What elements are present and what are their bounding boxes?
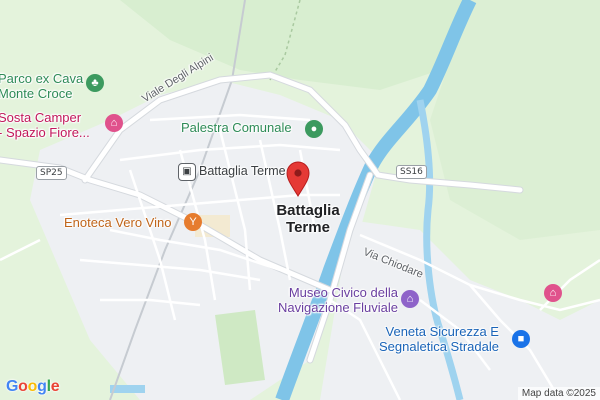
poi-museo-civico[interactable]: Museo Civico della Navigazione Fluviale: [278, 285, 398, 316]
poi-museo-line2: Navigazione Fluviale: [278, 299, 398, 315]
road-shield-ss16: SS16: [396, 165, 427, 179]
gym-icon[interactable]: ●: [305, 120, 323, 138]
poi-veneta-line2: Segnaletica Stradale: [379, 338, 499, 354]
map-canvas[interactable]: SP25 SS16 Viale Degli Alpini Via Chiodar…: [0, 0, 600, 400]
poi-station-battaglia-terme[interactable]: Battaglia Terme: [199, 164, 286, 178]
poi-enoteca-vero-vino[interactable]: Enoteca Vero Vino: [64, 215, 171, 231]
poi-parco-ex-cava[interactable]: Parco ex Cava Monte Croce: [0, 71, 84, 102]
museum-icon[interactable]: ⌂: [401, 290, 419, 308]
poi-palestra-comunale[interactable]: Palestra Comunale: [181, 120, 292, 136]
poi-parco-line1: Parco ex Cava: [0, 71, 84, 86]
map-base-layer: [0, 0, 600, 400]
tree-icon[interactable]: ♣: [86, 74, 104, 92]
town-label-line2: Terme: [286, 219, 330, 237]
poi-veneta-line1: Veneta Sicurezza E: [385, 324, 499, 339]
town-label: Battaglia Terme: [264, 202, 352, 237]
train-icon[interactable]: ▣: [178, 163, 196, 181]
map-attribution[interactable]: Map data ©2025: [517, 387, 600, 400]
shopping-bag-icon[interactable]: ■: [512, 330, 530, 348]
bed-icon-east[interactable]: ⌂: [544, 284, 562, 302]
poi-museo-line1: Museo Civico della: [288, 285, 398, 300]
google-logo: Google: [6, 378, 60, 395]
poi-veneta-sicurezza[interactable]: Veneta Sicurezza E Segnaletica Stradale: [379, 324, 499, 355]
poi-parco-line2: Monte Croce: [0, 85, 73, 101]
bed-icon[interactable]: ⌂: [105, 114, 123, 132]
road-shield-sp25: SP25: [36, 166, 67, 180]
wine-glass-icon[interactable]: Y: [184, 213, 202, 231]
town-label-line1: Battaglia: [276, 202, 340, 219]
poi-sosta-line1: Sosta Camper: [0, 110, 82, 125]
poi-sosta-line2: - Spazio Fiore...: [0, 124, 90, 140]
poi-sosta-camper[interactable]: Sosta Camper - Spazio Fiore...: [0, 110, 90, 141]
